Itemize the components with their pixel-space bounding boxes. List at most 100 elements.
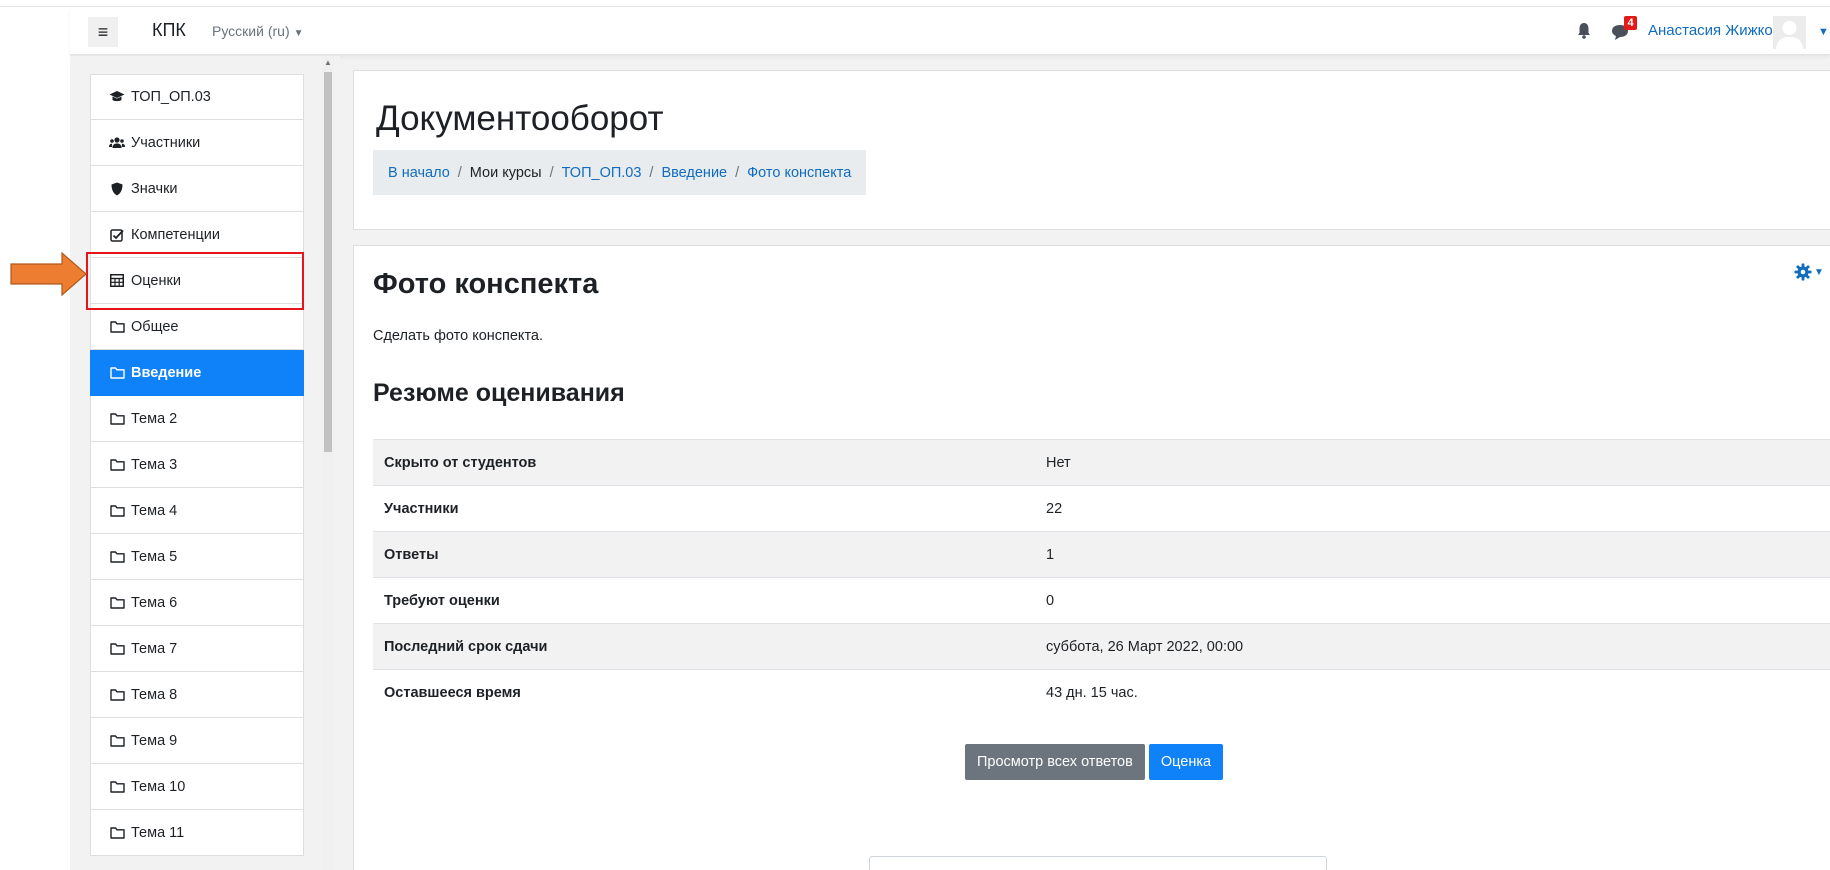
summary-value: Нет xyxy=(1046,454,1071,471)
folder-icon xyxy=(109,504,125,517)
drawer-item-10[interactable]: Тема 5 xyxy=(90,534,304,580)
annotation-highlight-box xyxy=(86,252,304,310)
drawer-item-label: Участники xyxy=(131,134,201,151)
breadcrumb-item[interactable]: Фото конспекта xyxy=(747,165,851,181)
drawer-item-15[interactable]: Тема 10 xyxy=(90,764,304,810)
view-all-submissions-button[interactable]: Просмотр всех ответов xyxy=(965,744,1145,780)
user-name-link[interactable]: Анастасия Жижко xyxy=(1648,22,1773,39)
breadcrumb-separator: / xyxy=(549,164,554,181)
breadcrumb-separator: / xyxy=(735,164,740,181)
drawer-item-label: Тема 4 xyxy=(131,502,178,519)
folder-icon xyxy=(109,366,125,379)
folder-icon xyxy=(109,596,125,609)
graduation-cap-icon xyxy=(109,90,125,104)
breadcrumb-item[interactable]: ТОП_ОП.03 xyxy=(562,165,642,181)
caret-down-icon: ▼ xyxy=(1814,266,1824,278)
language-label: Русский (ru) xyxy=(212,23,290,39)
check-square-icon xyxy=(109,228,125,242)
drawer-item-label: Компетенции xyxy=(131,226,220,243)
drawer-item-label: ТОП_ОП.03 xyxy=(131,89,211,105)
annotation-arrow-icon xyxy=(10,252,87,296)
course-navigation-drawer: ТОП_ОП.03 Участники Значки Компетенции Оценк… xyxy=(70,56,340,870)
summary-key: Требуют оценки xyxy=(384,592,500,609)
drawer-item-0[interactable]: ТОП_ОП.03 xyxy=(90,74,304,120)
summary-value: суббота, 26 Март 2022, 00:00 xyxy=(1046,638,1244,655)
drawer-item-label: Введение xyxy=(131,364,202,381)
table-row: Оставшееся время 43 дн. 15 час. xyxy=(373,669,1830,716)
activity-main-card: ▼ Фото конспекта Сделать фото конспекта.… xyxy=(353,245,1830,870)
drawer-item-label: Тема 8 xyxy=(131,686,178,703)
drawer-item-5[interactable]: Общее xyxy=(90,304,304,350)
window-top-edge xyxy=(0,0,1830,7)
action-buttons: Просмотр всех ответов Оценка xyxy=(965,744,1224,780)
grading-summary-heading: Резюме оценивания xyxy=(373,379,625,407)
caret-down-icon: ▼ xyxy=(293,28,304,39)
folder-icon xyxy=(109,550,125,563)
user-silhouette-icon xyxy=(1773,16,1806,49)
drawer-item-label: Тема 3 xyxy=(131,456,178,473)
drawer-item-label: Тема 5 xyxy=(131,548,178,565)
folder-icon xyxy=(109,412,125,425)
jump-to-select[interactable] xyxy=(869,856,1327,870)
folder-icon xyxy=(109,826,125,839)
breadcrumb-item: Мои курсы xyxy=(469,164,542,181)
table-row: Участники 22 xyxy=(373,485,1830,532)
grade-button[interactable]: Оценка xyxy=(1148,744,1224,780)
folder-icon xyxy=(109,320,125,333)
drawer-item-9[interactable]: Тема 4 xyxy=(90,488,304,534)
folder-icon xyxy=(109,458,125,471)
gear-icon xyxy=(1794,263,1812,281)
summary-key: Скрыто от студентов xyxy=(384,454,537,471)
drawer-item-label: Тема 2 xyxy=(131,410,178,427)
drawer-item-label: Тема 7 xyxy=(131,640,178,657)
bell-icon[interactable] xyxy=(1576,22,1592,40)
summary-key: Участники xyxy=(384,500,459,517)
language-selector[interactable]: Русский (ru) ▼ xyxy=(212,23,304,39)
site-brand[interactable]: КПК xyxy=(152,20,186,41)
scroll-up-arrow-icon[interactable]: ▲ xyxy=(324,58,332,67)
drawer-item-14[interactable]: Тема 9 xyxy=(90,718,304,764)
folder-icon xyxy=(109,734,125,747)
activity-description: Сделать фото конспекта. xyxy=(373,328,544,344)
summary-value: 22 xyxy=(1046,500,1063,517)
drawer-item-16[interactable]: Тема 11 xyxy=(90,810,304,856)
drawer-item-label: Общее xyxy=(131,318,179,335)
user-menu-caret-icon[interactable]: ▼ xyxy=(1818,26,1829,38)
breadcrumb-separator: / xyxy=(457,164,462,181)
summary-value: 43 дн. 15 час. xyxy=(1046,684,1138,701)
drawer-toggle-button[interactable]: ≡ xyxy=(88,17,118,47)
drawer-item-label: Тема 9 xyxy=(131,732,178,749)
message-count-badge: 4 xyxy=(1624,16,1637,30)
top-navbar: ≡ КПК Русский (ru) ▼ 4 Анастасия Жижко ▼ xyxy=(70,8,1830,55)
drawer-item-12[interactable]: Тема 7 xyxy=(90,626,304,672)
summary-key: Оставшееся время xyxy=(384,684,521,701)
drawer-item-label: Тема 11 xyxy=(131,824,185,841)
table-row: Требуют оценки 0 xyxy=(373,577,1830,624)
folder-icon xyxy=(109,688,125,701)
summary-key: Последний срок сдачи xyxy=(384,638,548,655)
scrollbar-thumb[interactable] xyxy=(324,72,332,452)
drawer-item-13[interactable]: Тема 8 xyxy=(90,672,304,718)
folder-icon xyxy=(109,642,125,655)
breadcrumb-item[interactable]: В начало xyxy=(388,165,450,181)
drawer-nav-list: ТОП_ОП.03 Участники Значки Компетенции Оценк… xyxy=(90,74,304,856)
user-avatar[interactable] xyxy=(1773,16,1806,49)
hamburger-icon: ≡ xyxy=(97,21,109,42)
page-header-card: Документооборот В начало / Мои курсы / ТОП_О… xyxy=(353,70,1830,230)
breadcrumb-item[interactable]: Введение xyxy=(661,165,727,181)
summary-value: 0 xyxy=(1046,592,1055,609)
drawer-item-label: Значки xyxy=(131,180,178,197)
drawer-item-1[interactable]: Участники xyxy=(90,120,304,166)
folder-icon xyxy=(109,780,125,793)
drawer-item-11[interactable]: Тема 6 xyxy=(90,580,304,626)
grading-summary-table: Скрыто от студентов Нет Участники 22 Ответы 1… xyxy=(373,439,1830,716)
drawer-scrollbar[interactable]: ▲ xyxy=(322,56,334,870)
drawer-item-6[interactable]: Введение xyxy=(90,350,304,396)
users-icon xyxy=(109,136,125,150)
table-row: Последний срок сдачи суббота, 26 Март 202… xyxy=(373,623,1830,670)
activity-settings-menu[interactable]: ▼ xyxy=(1794,260,1824,284)
table-row: Ответы 1 xyxy=(373,531,1830,578)
drawer-item-8[interactable]: Тема 3 xyxy=(90,442,304,488)
drawer-item-2[interactable]: Значки xyxy=(90,166,304,212)
drawer-item-7[interactable]: Тема 2 xyxy=(90,396,304,442)
